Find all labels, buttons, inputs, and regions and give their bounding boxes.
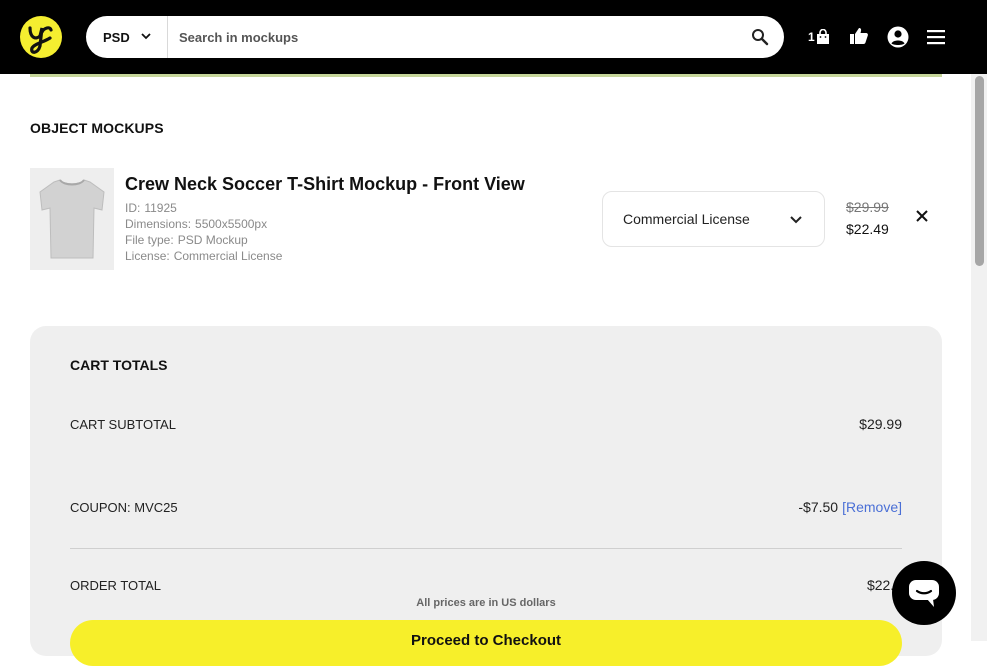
original-price: $29.99 [846, 199, 889, 215]
close-icon[interactable] [915, 209, 929, 223]
currency-note: All prices are in US dollars [416, 597, 556, 609]
hamburger-menu-icon[interactable] [926, 28, 946, 46]
product-filetype: File type: PSD Mockup [125, 233, 248, 247]
filetype-value: PSD Mockup [177, 233, 248, 247]
remove-coupon-link[interactable]: [Remove] [842, 499, 902, 515]
cart-totals-panel: CART TOTALS CART SUBTOTAL $29.99 COUPON:… [30, 326, 942, 666]
cart-count: 1 [808, 30, 815, 44]
coupon-discount: -$7.50 [798, 499, 839, 515]
format-selected: PSD [103, 29, 130, 45]
product-thumbnail[interactable] [30, 168, 114, 270]
totals-divider [70, 548, 902, 549]
license-select-value: Commercial License [623, 211, 750, 227]
notice-bar-edge [30, 74, 942, 77]
product-id: ID: 11925 [125, 201, 177, 215]
chat-button[interactable] [892, 561, 956, 625]
shopping-bag-icon [816, 29, 829, 44]
license-value: Commercial License [173, 249, 283, 263]
license-select[interactable]: Commercial License [602, 191, 825, 247]
format-dropdown[interactable]: PSD [86, 16, 168, 58]
user-account-icon[interactable] [887, 26, 909, 48]
license-label: License: [125, 249, 170, 263]
search-bar: PSD [86, 16, 784, 58]
cart-totals-title: CART TOTALS [70, 357, 168, 373]
coupon-row: -$7.50 [Remove] [798, 499, 902, 515]
id-value: 11925 [144, 201, 177, 215]
filetype-label: File type: [125, 233, 174, 247]
top-header: PSD 1 [0, 0, 987, 74]
site-logo[interactable] [20, 16, 62, 58]
product-dimensions: Dimensions: 5500x5500px [125, 217, 267, 231]
search-icon[interactable] [751, 28, 769, 46]
subtotal-label: CART SUBTOTAL [70, 417, 176, 432]
proceed-to-checkout-button[interactable]: Proceed to Checkout [70, 620, 902, 666]
page-scrollbar[interactable] [971, 74, 987, 641]
chevron-down-icon [790, 216, 802, 224]
thumbs-up-icon[interactable] [849, 26, 869, 46]
section-title: OBJECT MOCKUPS [30, 120, 164, 136]
scrollbar-thumb[interactable] [975, 76, 984, 266]
cart-button[interactable]: 1 [808, 26, 830, 48]
coupon-label: COUPON: MVC25 [70, 500, 178, 515]
dimensions-label: Dimensions: [125, 217, 192, 231]
subtotal-value: $29.99 [859, 416, 902, 432]
dimensions-value: 5500x5500px [195, 217, 268, 231]
product-license: License: Commercial License [125, 249, 282, 263]
chevron-down-icon [141, 33, 151, 40]
product-title[interactable]: Crew Neck Soccer T-Shirt Mockup - Front … [125, 174, 525, 195]
tshirt-image [39, 179, 105, 259]
search-input[interactable] [179, 26, 739, 48]
id-label: ID: [125, 201, 141, 215]
chat-bubble-icon [909, 580, 939, 607]
discounted-price: $22.49 [846, 221, 889, 237]
order-total-label: ORDER TOTAL [70, 578, 162, 593]
